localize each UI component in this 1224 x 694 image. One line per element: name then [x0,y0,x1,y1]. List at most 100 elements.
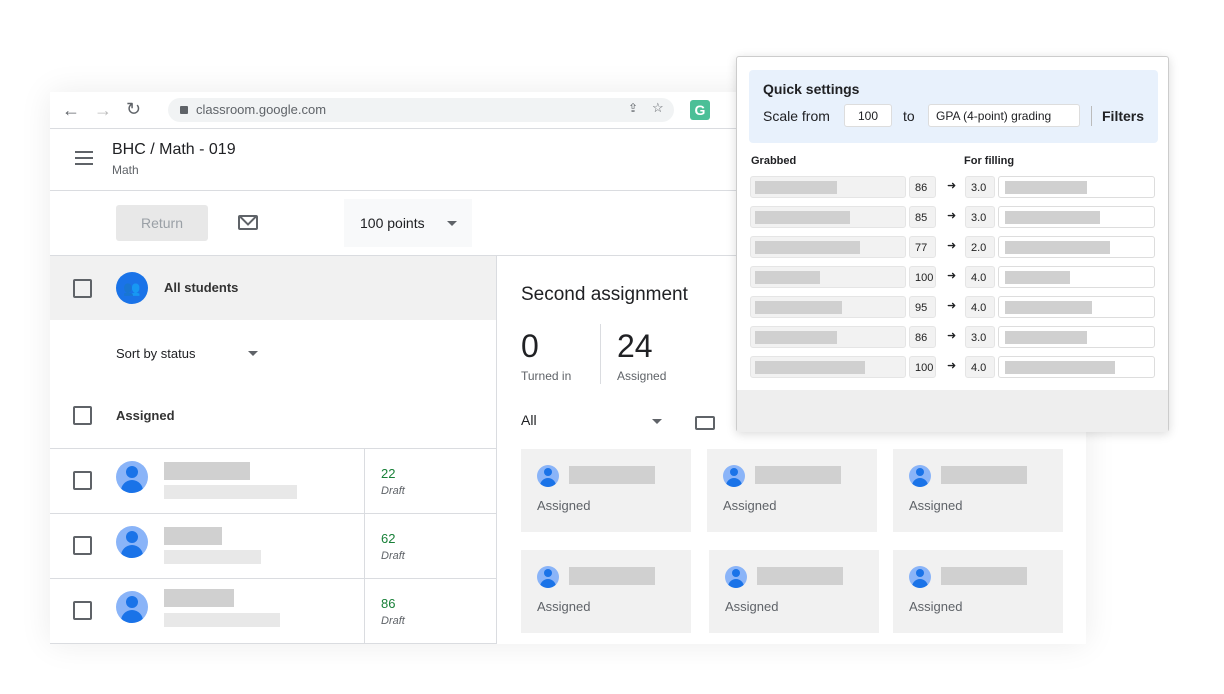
filling-name-field [998,326,1155,348]
address-bar[interactable]: classroom.google.com ⇪ ☆ [168,98,674,122]
arrow-right-icon: ➜ [947,330,957,342]
student-name-redacted [757,567,843,585]
extension-icon[interactable]: G [690,100,710,120]
reload-icon[interactable]: ↻ [126,99,141,120]
card-status: Assigned [537,599,591,614]
select-all-checkbox[interactable] [73,279,92,298]
filling-name-field [998,266,1155,288]
student-card[interactable]: Assigned [893,449,1063,532]
student-card[interactable]: Assigned [521,550,691,633]
caret-down-icon [248,351,258,356]
grabbed-score: 95 [909,296,936,318]
assigned-section-checkbox[interactable] [73,406,92,425]
filling-name-field [998,356,1155,378]
to-label: to [903,108,915,124]
filter-dropdown[interactable]: All [521,412,666,432]
grade-value[interactable]: 62 [381,531,395,546]
student-checkbox[interactable] [73,536,92,555]
converted-grade[interactable]: 4.0 [965,356,995,378]
quick-settings-popup: Quick settings Scale from 100 to GPA (4-… [736,56,1169,432]
converted-grade[interactable]: 3.0 [965,206,995,228]
grade-value[interactable]: 86 [381,596,395,611]
grade-status: Draft [381,485,405,497]
converted-grade[interactable]: 3.0 [965,326,995,348]
grade-status: Draft [381,550,405,562]
card-status: Assigned [723,498,777,513]
student-row[interactable]: 22 Draft [50,449,496,513]
converted-grade[interactable]: 4.0 [965,266,995,288]
student-name-redacted [164,462,250,480]
student-row[interactable]: 86 Draft [50,579,496,643]
all-students-label: All students [164,280,239,295]
mapping-row: 95 ➜ 4.0 [750,296,1155,318]
all-students-row[interactable]: 👥 All students [50,256,496,320]
grade-value[interactable]: 22 [381,466,395,481]
student-email-redacted [164,613,280,627]
card-status: Assigned [909,498,963,513]
return-button[interactable]: Return [116,205,208,241]
student-card[interactable]: Assigned [707,449,877,532]
filters-button[interactable]: Filters [1102,108,1144,124]
student-checkbox[interactable] [73,471,92,490]
points-dropdown[interactable]: 100 points [344,199,472,247]
student-card[interactable]: Assigned [893,550,1063,633]
avatar [116,591,148,623]
student-row[interactable]: 62 Draft [50,514,496,578]
scale-from-label: Scale from [763,108,830,124]
email-icon[interactable] [238,215,258,230]
grade-status: Draft [381,615,405,627]
student-name-redacted [941,567,1027,585]
grabbed-score: 100 [909,266,936,288]
student-name-redacted [755,466,841,484]
grabbed-name-field [750,296,906,318]
filling-header: For filling [964,155,1015,167]
student-card[interactable]: Assigned [521,449,691,532]
scale-from-input[interactable]: 100 [844,104,892,127]
converted-grade[interactable]: 2.0 [965,236,995,258]
mapping-row: 86 ➜ 3.0 [750,326,1155,348]
converted-grade[interactable]: 3.0 [965,176,995,198]
avatar [116,526,148,558]
popup-footer [737,390,1168,432]
student-card[interactable]: Assigned [709,550,879,633]
sort-dropdown[interactable]: Sort by status [116,345,266,365]
star-icon[interactable]: ☆ [652,100,664,116]
student-name-redacted [164,589,234,607]
forward-icon[interactable]: → [94,100,112,121]
avatar [537,465,559,487]
grabbed-name-field [750,206,906,228]
avatar [909,465,931,487]
student-email-redacted [164,485,297,499]
avatar [725,566,747,588]
filling-name-field [998,206,1155,228]
share-icon[interactable]: ⇪ [628,101,638,115]
card-status: Assigned [537,498,591,513]
caret-down-icon [447,221,457,226]
grabbed-name-field [750,236,906,258]
grabbed-score: 86 [909,176,936,198]
folder-icon[interactable] [695,416,715,430]
arrow-right-icon: ➜ [947,240,957,252]
mapping-row: 86 ➜ 3.0 [750,176,1155,198]
filter-label: All [521,412,537,428]
mapping-row: 100 ➜ 4.0 [750,356,1155,378]
grabbed-score: 85 [909,206,936,228]
scale-to-select[interactable]: GPA (4-point) grading [928,104,1080,127]
student-name-redacted [569,466,655,484]
converted-grade[interactable]: 4.0 [965,296,995,318]
grabbed-name-field [750,266,906,288]
avatar [723,465,745,487]
avatar [909,566,931,588]
section-heading: Assigned [116,408,175,423]
arrow-right-icon: ➜ [947,210,957,222]
grabbed-score: 100 [909,356,936,378]
mapping-row: 85 ➜ 3.0 [750,206,1155,228]
arrow-right-icon: ➜ [947,180,957,192]
filling-name-field [998,296,1155,318]
url-text: classroom.google.com [196,102,327,117]
back-icon[interactable]: ← [62,100,80,121]
student-checkbox[interactable] [73,601,92,620]
grabbed-name-field [750,326,906,348]
avatar [116,461,148,493]
menu-icon[interactable] [75,151,93,165]
